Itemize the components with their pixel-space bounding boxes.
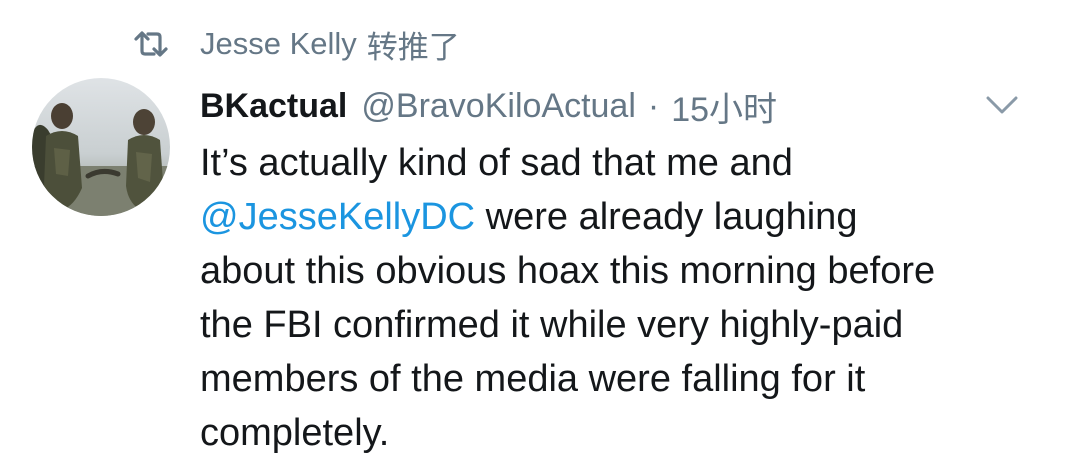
retweet-action-label: 转推了 (366, 29, 460, 65)
retweet-context[interactable]: Jesse Kelly 转推了 (132, 22, 460, 66)
retweeter-name[interactable]: Jesse Kelly (200, 26, 357, 62)
tweet-text-line: about this obvious hoax this morning bef… (200, 250, 936, 292)
mention-link[interactable]: @JesseKellyDC (200, 196, 475, 238)
author-name[interactable]: BKactual (200, 87, 347, 126)
chevron-down-icon[interactable] (984, 92, 1020, 118)
tweet-header: BKactual @BravoKiloActual · 15小时 (200, 82, 777, 130)
tweet-text-line: the FBI confirmed it while very highly-p… (200, 304, 904, 346)
avatar-photo (32, 78, 170, 216)
tweet-text-line: It’s actually kind of sad that me and (200, 142, 793, 184)
tweet-text-line: completely. (200, 412, 390, 454)
tweet-text-line: members of the media were falling for it (200, 358, 866, 400)
author-handle[interactable]: @BravoKiloActual (361, 87, 636, 126)
separator-dot: · (647, 86, 660, 125)
tweet-timestamp[interactable]: 15小时 (671, 82, 777, 131)
avatar[interactable] (32, 78, 170, 216)
tweet-text: It’s actually kind of sad that me and @J… (200, 136, 1050, 460)
retweet-icon (134, 31, 168, 57)
tweet-text-line: @JesseKellyDC were already laughing (200, 196, 858, 238)
